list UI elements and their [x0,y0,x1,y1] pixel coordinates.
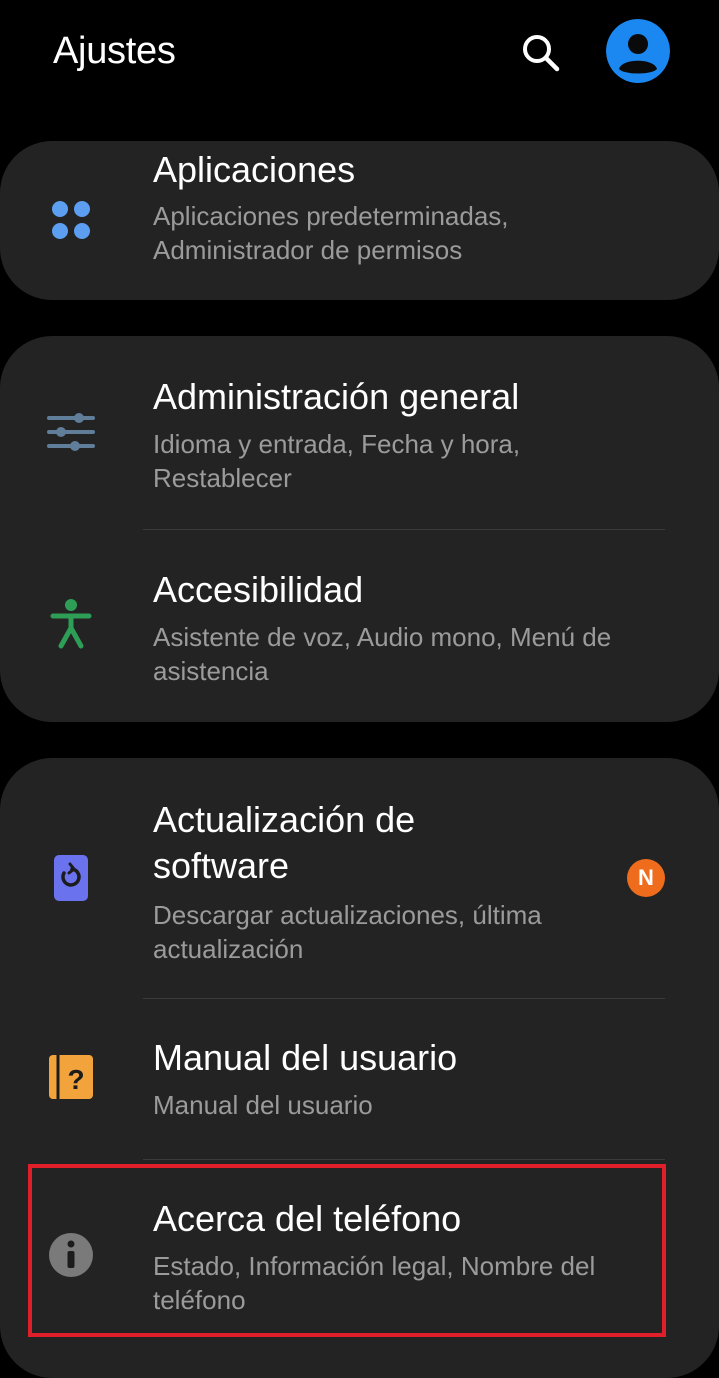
item-subtitle: Asistente de voz, Audio mono, Menú de as… [153,622,612,686]
settings-card-general: Administración general Idioma y entrada,… [0,336,719,722]
item-title: Manual del usuario [153,1037,458,1078]
search-button[interactable] [516,28,566,78]
info-icon [44,1228,98,1282]
item-subtitle: Aplicaciones predeterminadas, Administra… [153,201,509,265]
settings-item-accessibility[interactable]: Accesibilidad Asistente de voz, Audio mo… [0,530,719,722]
item-subtitle: Idioma y entrada, Fecha y hora, Restable… [153,429,521,493]
update-icon [44,851,98,905]
item-subtitle: Estado, Información legal, Nombre del te… [153,1251,596,1315]
account-icon [606,19,670,83]
settings-card-device: Actualización de software Descargar actu… [0,758,719,1378]
item-title: Aplicaciones [153,149,356,190]
item-title: Administración general [153,376,520,417]
item-title: Acerca del teléfono [153,1198,462,1239]
top-app-bar: Ajustes [0,0,719,110]
account-button[interactable] [606,19,670,83]
settings-item-user-manual[interactable]: ? Manual del usuario Manual del usuario [0,999,719,1159]
settings-item-apps[interactable]: Aplicaciones Aplicaciones predeterminada… [0,141,719,300]
accessibility-icon [44,597,98,651]
settings-item-general[interactable]: Administración general Idioma y entrada,… [0,336,719,529]
settings-item-about-phone[interactable]: Acerca del teléfono Estado, Información … [0,1160,719,1350]
svg-text:?: ? [67,1064,84,1095]
settings-card-apps: Aplicaciones Aplicaciones predeterminada… [0,141,719,300]
new-badge: N [627,859,665,897]
item-subtitle: Descargar actualizaciones, última actual… [153,900,542,964]
settings-item-software-update[interactable]: Actualización de software Descargar actu… [0,758,719,998]
help-book-icon: ? [44,1050,98,1104]
page-title: Ajustes [53,30,176,72]
item-subtitle: Manual del usuario [153,1090,373,1120]
search-icon [523,35,560,72]
apps-icon [44,193,98,247]
item-title: Accesibilidad [153,569,364,610]
item-title: Actualización de software [153,799,416,886]
sliders-icon [44,405,98,459]
